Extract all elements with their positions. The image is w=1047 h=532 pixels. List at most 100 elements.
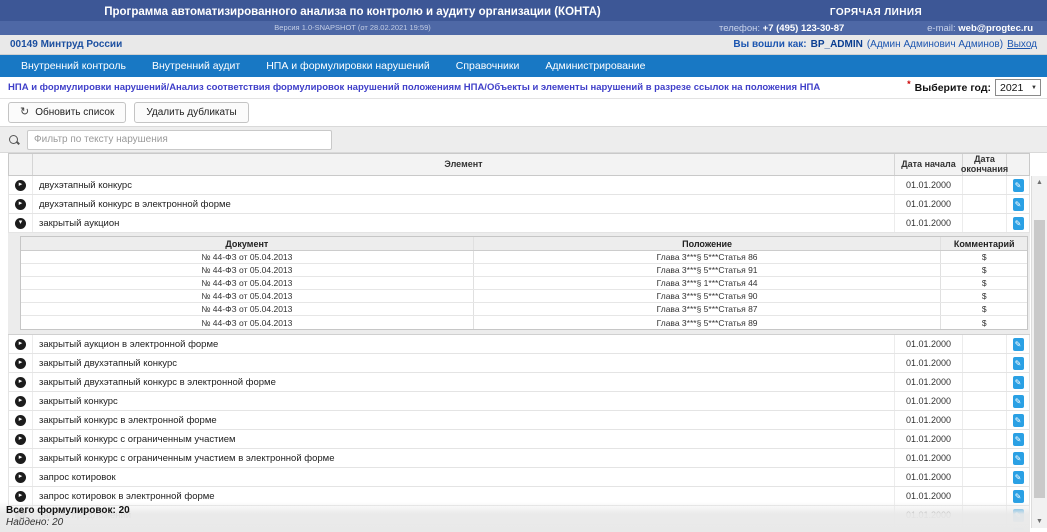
expand-row-icon[interactable]: ▸ xyxy=(15,357,26,369)
table-row[interactable]: ▸ закрытый конкурс в электронной форме 01.… xyxy=(8,411,1030,430)
date-start-value: 01.01.2000 xyxy=(895,176,963,194)
hotline-title: ГОРЯЧАЯ ЛИНИЯ xyxy=(829,6,923,18)
edit-icon[interactable]: ✎ xyxy=(1012,413,1024,427)
refresh-list-button[interactable]: ↻ Обновить список xyxy=(8,102,127,123)
nav-item-4[interactable]: Администрирование xyxy=(532,60,658,72)
expand-row-icon[interactable]: ▸ xyxy=(15,179,26,191)
table-row[interactable]: ▸ закрытый аукцион в электронной форме 01.… xyxy=(8,335,1030,354)
table-row[interactable]: ▾ закрытый аукцион 01.01.2000 ✎ xyxy=(8,214,1030,233)
expander-cell: ▸ xyxy=(9,430,33,448)
comment-icon[interactable]: $ xyxy=(941,277,1027,289)
expand-row-icon[interactable]: ▸ xyxy=(15,414,26,426)
date-end-value xyxy=(963,468,1007,486)
org-name: 00149 Минтруд России xyxy=(10,39,123,50)
edit-column-header xyxy=(1007,154,1029,175)
edit-cell: ✎ xyxy=(1007,195,1029,213)
table-row[interactable]: ▸ двухэтапный конкурс 01.01.2000 ✎ xyxy=(8,176,1030,195)
table-row[interactable]: ▸ запрос котировок 01.01.2000 ✎ xyxy=(8,468,1030,487)
subtable-row[interactable]: № 44-ФЗ от 05.04.2013 Глава 3***§ 5***Ста… xyxy=(21,290,1027,303)
edit-icon[interactable]: ✎ xyxy=(1012,356,1024,370)
edit-icon[interactable]: ✎ xyxy=(1012,375,1024,389)
comment-icon[interactable]: $ xyxy=(941,251,1027,263)
expand-row-icon[interactable]: ▸ xyxy=(15,376,26,388)
expand-row-icon[interactable]: ▸ xyxy=(15,395,26,407)
year-selector: * Выберите год: 2021 ▼ xyxy=(907,79,1043,96)
logged-in-label: Вы вошли как: xyxy=(733,39,807,50)
element-label: закрытый конкурс с ограниченным участием… xyxy=(33,449,895,467)
element-label: закрытый аукцион xyxy=(33,214,895,232)
expander-cell: ▸ xyxy=(9,195,33,213)
expand-row-icon[interactable]: ▸ xyxy=(15,433,26,445)
date-start-value: 01.01.2000 xyxy=(895,373,963,391)
comment-icon[interactable]: $ xyxy=(941,264,1027,276)
edit-icon[interactable]: ✎ xyxy=(1012,432,1024,446)
comment-icon[interactable]: $ xyxy=(941,303,1027,315)
edit-icon[interactable]: ✎ xyxy=(1012,394,1024,408)
filter-panel xyxy=(0,126,1047,153)
table-row[interactable]: ▸ закрытый двухэтапный конкурс в электрон… xyxy=(8,373,1030,392)
date-start-value: 01.01.2000 xyxy=(895,335,963,353)
date-end-value xyxy=(963,373,1007,391)
user-fullname: (Админ Админович Админов) xyxy=(866,39,1004,50)
subtable-row[interactable]: № 44-ФЗ от 05.04.2013 Глава 3***§ 5***Ста… xyxy=(21,251,1027,264)
edit-cell: ✎ xyxy=(1007,373,1029,391)
date-start-column-header: Дата начала xyxy=(895,154,963,175)
date-end-value xyxy=(963,176,1007,194)
scroll-down-icon[interactable]: ▼ xyxy=(1032,518,1047,525)
scroll-up-icon[interactable]: ▲ xyxy=(1032,179,1047,186)
table-body: ▸ двухэтапный конкурс 01.01.2000 ✎ ▸ двухэтап… xyxy=(8,176,1030,532)
edit-icon[interactable]: ✎ xyxy=(1012,337,1024,351)
expand-row-icon[interactable]: ▸ xyxy=(15,452,26,464)
vertical-scrollbar[interactable]: ▲ ▼ xyxy=(1031,176,1047,528)
app-header: Программа автоматизированного анализа по… xyxy=(0,0,1047,35)
subtable-row[interactable]: № 44-ФЗ от 05.04.2013 Глава 3***§ 5***Ста… xyxy=(21,316,1027,329)
date-end-value xyxy=(963,392,1007,410)
table-row[interactable]: ▸ закрытый конкурс с ограниченным участие… xyxy=(8,449,1030,468)
nav-item-2[interactable]: НПА и формулировки нарушений xyxy=(253,60,443,72)
scrollbar-thumb[interactable] xyxy=(1034,220,1045,498)
edit-icon[interactable]: ✎ xyxy=(1012,489,1024,503)
expand-row-icon[interactable]: ▸ xyxy=(15,471,26,483)
expand-row-icon[interactable]: ▸ xyxy=(15,198,26,210)
table-row[interactable]: ▸ закрытый конкурс с ограниченным участие… xyxy=(8,430,1030,449)
edit-icon[interactable]: ✎ xyxy=(1012,197,1024,211)
breadcrumb-row: НПА и формулировки нарушений/Анализ соот… xyxy=(0,77,1047,99)
subtable-row[interactable]: № 44-ФЗ от 05.04.2013 Глава 3***§ 5***Ста… xyxy=(21,264,1027,277)
found-count: Найдено: 20 xyxy=(6,517,64,528)
table-row[interactable]: ▸ закрытый двухэтапный конкурс 01.01.2000 ✎ xyxy=(8,354,1030,373)
expand-row-icon[interactable]: ▸ xyxy=(15,338,26,350)
breadcrumb[interactable]: НПА и формулировки нарушений/Анализ соот… xyxy=(8,82,820,93)
edit-icon[interactable]: ✎ xyxy=(1012,216,1024,230)
logout-link[interactable]: Выход xyxy=(1007,39,1037,50)
element-label: закрытый двухэтапный конкурс xyxy=(33,354,895,372)
date-start-value: 01.01.2000 xyxy=(895,392,963,410)
edit-icon[interactable]: ✎ xyxy=(1012,178,1024,192)
expander-cell: ▸ xyxy=(9,392,33,410)
subtable-row[interactable]: № 44-ФЗ от 05.04.2013 Глава 3***§ 1***Ста… xyxy=(21,277,1027,290)
element-label: закрытый конкурс с ограниченным участием xyxy=(33,430,895,448)
subtable-row[interactable]: № 44-ФЗ от 05.04.2013 Глава 3***§ 5***Ста… xyxy=(21,303,1027,316)
edit-icon[interactable]: ✎ xyxy=(1012,451,1024,465)
year-label: Выберите год: xyxy=(914,81,991,94)
subtable-position: Глава 3***§ 5***Статья 91 xyxy=(474,264,942,276)
expander-cell: ▸ xyxy=(9,449,33,467)
edit-cell: ✎ xyxy=(1007,392,1029,410)
filter-input[interactable] xyxy=(27,129,332,150)
search-icon xyxy=(8,134,20,146)
collapse-row-icon[interactable]: ▾ xyxy=(15,217,26,229)
year-value: 2021 xyxy=(1000,81,1024,94)
edit-icon[interactable]: ✎ xyxy=(1012,470,1024,484)
table-row[interactable]: ▸ двухэтапный конкурс в электронной форме… xyxy=(8,195,1030,214)
main-menu: Внутренний контроль Внутренний аудит НПА и… xyxy=(0,55,1047,77)
expand-row-icon[interactable]: ▸ xyxy=(15,490,26,502)
nav-item-3[interactable]: Справочники xyxy=(443,60,533,72)
comment-icon[interactable]: $ xyxy=(941,290,1027,302)
table-row[interactable]: ▸ закрытый конкурс 01.01.2000 ✎ xyxy=(8,392,1030,411)
delete-duplicates-button[interactable]: Удалить дубликаты xyxy=(134,102,249,123)
element-label: закрытый двухэтапный конкурс в электронн… xyxy=(33,373,895,391)
comment-icon[interactable]: $ xyxy=(941,316,1027,329)
nav-item-1[interactable]: Внутренний аудит xyxy=(139,60,253,72)
subtable-position: Глава 3***§ 1***Статья 44 xyxy=(474,277,942,289)
year-select[interactable]: 2021 ▼ xyxy=(995,79,1041,96)
nav-item-0[interactable]: Внутренний контроль xyxy=(8,60,139,72)
